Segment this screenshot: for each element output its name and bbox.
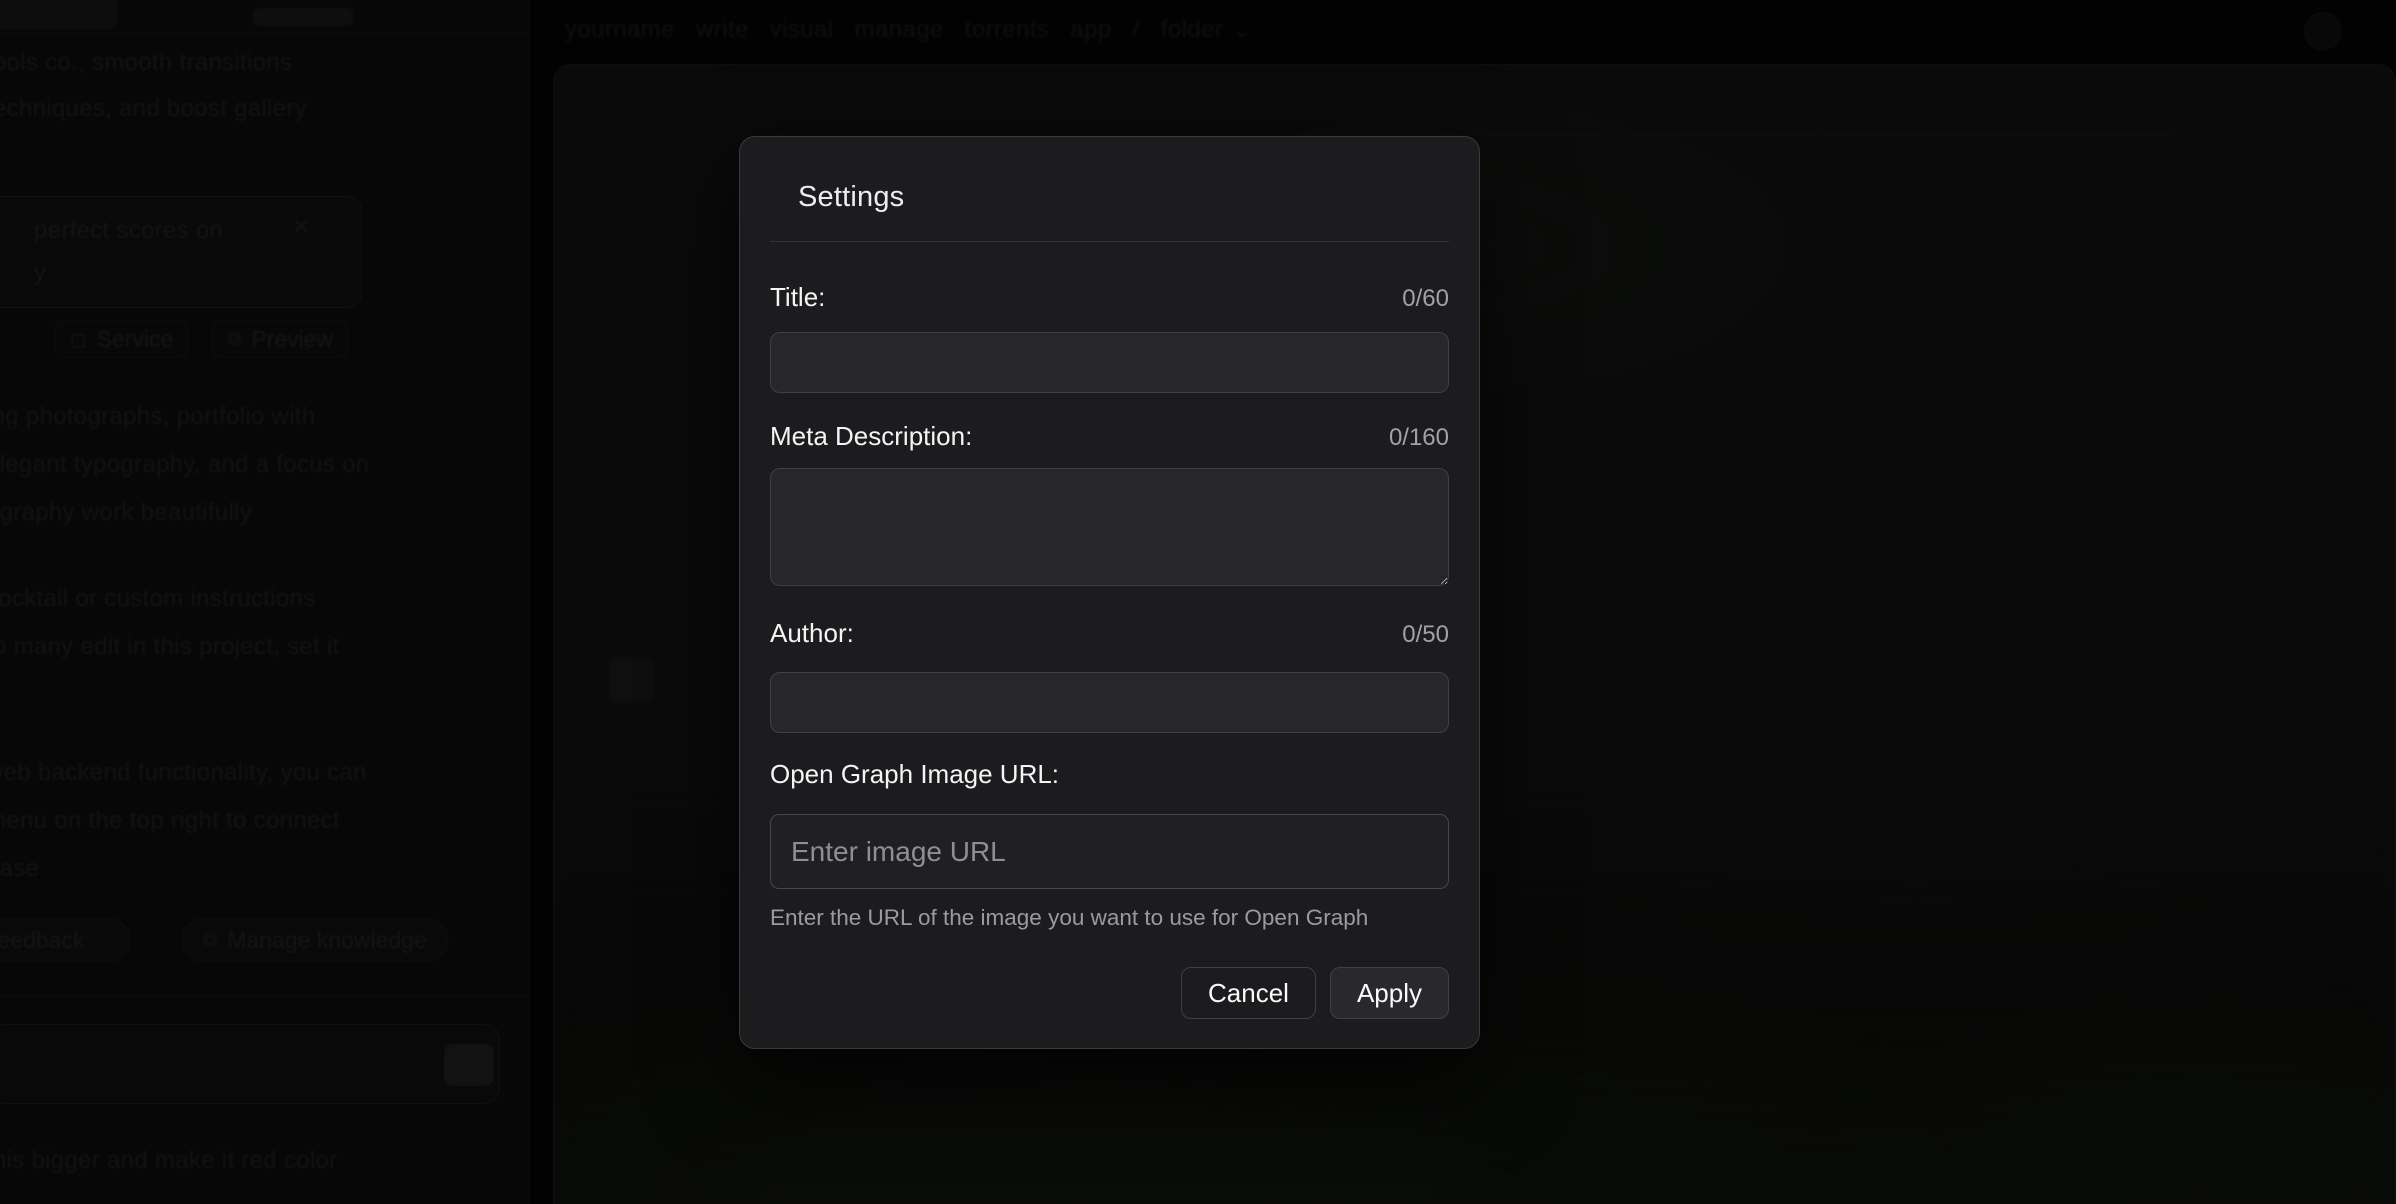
author-label: Author: [770, 618, 854, 648]
modal-actions: Cancel Apply [770, 967, 1449, 1019]
og-image-url-label: Open Graph Image URL: [770, 759, 1059, 789]
author-char-counter: 0/50 [1402, 620, 1449, 650]
author-input[interactable] [770, 672, 1449, 733]
settings-modal: Settings Title: 0/60 Meta Description: 0… [739, 136, 1480, 1049]
og-image-helper-text: Enter the URL of the image you want to u… [770, 905, 1449, 931]
meta-description-textarea[interactable] [770, 468, 1449, 586]
title-label: Title: [770, 282, 825, 312]
cancel-button[interactable]: Cancel [1181, 967, 1316, 1019]
title-input[interactable] [770, 332, 1449, 393]
apply-button[interactable]: Apply [1330, 967, 1449, 1019]
meta-description-label: Meta Description: [770, 421, 972, 451]
title-char-counter: 0/60 [1402, 284, 1449, 314]
og-image-url-input[interactable] [770, 814, 1449, 889]
modal-title-divider [770, 241, 1449, 242]
meta-description-char-counter: 0/160 [1389, 423, 1449, 453]
modal-title: Settings [798, 179, 1449, 215]
